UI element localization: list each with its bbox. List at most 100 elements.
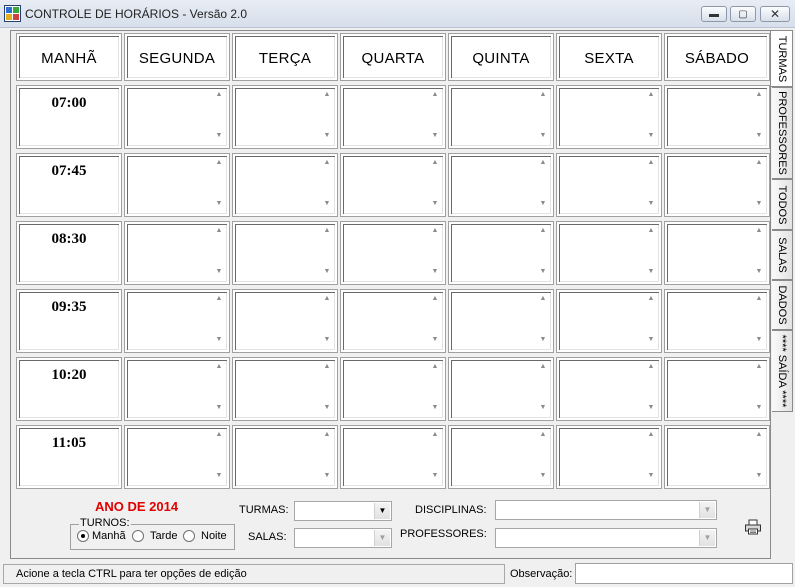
scroll-down-icon[interactable]: ▼	[429, 404, 441, 411]
slot-quarta[interactable]: ▲ ▼	[340, 425, 446, 489]
chevron-down-icon[interactable]: ▼	[699, 530, 715, 546]
scroll-down-icon[interactable]: ▼	[321, 336, 333, 343]
slot-segunda[interactable]: ▲ ▼	[124, 221, 230, 285]
scroll-down-icon[interactable]: ▼	[537, 200, 549, 207]
maximize-button[interactable]: ▢	[730, 6, 756, 22]
slot-quinta[interactable]: ▲ ▼	[448, 153, 554, 217]
scroll-up-icon[interactable]: ▲	[753, 363, 765, 370]
chevron-down-icon[interactable]: ▼	[374, 503, 390, 519]
scrollbar[interactable]: ▲ ▼	[753, 227, 765, 279]
slot-quarta[interactable]: ▲ ▼	[340, 221, 446, 285]
slot-quinta[interactable]: ▲ ▼	[448, 221, 554, 285]
scrollbar[interactable]: ▲ ▼	[213, 295, 225, 347]
scroll-up-icon[interactable]: ▲	[645, 295, 657, 302]
scrollbar[interactable]: ▲ ▼	[321, 295, 333, 347]
scroll-down-icon[interactable]: ▼	[213, 336, 225, 343]
scroll-down-icon[interactable]: ▼	[753, 336, 765, 343]
scroll-up-icon[interactable]: ▲	[537, 431, 549, 438]
slot-segunda[interactable]: ▲ ▼	[124, 425, 230, 489]
scroll-down-icon[interactable]: ▼	[753, 472, 765, 479]
scrollbar[interactable]: ▲ ▼	[645, 295, 657, 347]
radio-noite[interactable]: Noite	[183, 530, 227, 542]
scroll-up-icon[interactable]: ▲	[429, 295, 441, 302]
slot-sabado[interactable]: ▲ ▼	[664, 221, 770, 285]
slot-quarta[interactable]: ▲ ▼	[340, 357, 446, 421]
scroll-down-icon[interactable]: ▼	[645, 132, 657, 139]
minimize-button[interactable]: ▬	[701, 6, 727, 22]
slot-quinta[interactable]: ▲ ▼	[448, 289, 554, 353]
scroll-up-icon[interactable]: ▲	[537, 295, 549, 302]
disciplinas-combo[interactable]: ▼	[495, 500, 717, 520]
scroll-up-icon[interactable]: ▲	[537, 227, 549, 234]
scrollbar[interactable]: ▲ ▼	[645, 159, 657, 211]
scroll-down-icon[interactable]: ▼	[753, 200, 765, 207]
printer-icon[interactable]	[744, 519, 762, 535]
scroll-down-icon[interactable]: ▼	[429, 472, 441, 479]
scroll-down-icon[interactable]: ▼	[429, 132, 441, 139]
scrollbar[interactable]: ▲ ▼	[645, 431, 657, 483]
slot-segunda[interactable]: ▲ ▼	[124, 153, 230, 217]
scroll-down-icon[interactable]: ▼	[213, 404, 225, 411]
slot-sexta[interactable]: ▲ ▼	[556, 221, 662, 285]
scroll-down-icon[interactable]: ▼	[213, 200, 225, 207]
scroll-up-icon[interactable]: ▲	[321, 159, 333, 166]
scroll-down-icon[interactable]: ▼	[753, 404, 765, 411]
scroll-down-icon[interactable]: ▼	[645, 472, 657, 479]
slot-terca[interactable]: ▲ ▼	[232, 425, 338, 489]
scroll-up-icon[interactable]: ▲	[753, 227, 765, 234]
scrollbar[interactable]: ▲ ▼	[753, 363, 765, 415]
professores-combo[interactable]: ▼	[495, 528, 717, 548]
radio-tarde[interactable]: Tarde	[132, 530, 178, 542]
scrollbar[interactable]: ▲ ▼	[321, 91, 333, 143]
scroll-up-icon[interactable]: ▲	[645, 227, 657, 234]
scroll-down-icon[interactable]: ▼	[321, 200, 333, 207]
scroll-up-icon[interactable]: ▲	[321, 91, 333, 98]
slot-quinta[interactable]: ▲ ▼	[448, 357, 554, 421]
scroll-up-icon[interactable]: ▲	[213, 159, 225, 166]
radio-manha-indicator[interactable]	[77, 530, 89, 542]
scrollbar[interactable]: ▲ ▼	[429, 431, 441, 483]
radio-manha[interactable]: Manhã	[77, 530, 126, 542]
tab-dados[interactable]: DADOS	[772, 280, 793, 330]
scrollbar[interactable]: ▲ ▼	[537, 431, 549, 483]
scrollbar[interactable]: ▲ ▼	[753, 159, 765, 211]
scrollbar[interactable]: ▲ ▼	[429, 227, 441, 279]
scroll-down-icon[interactable]: ▼	[537, 132, 549, 139]
scroll-up-icon[interactable]: ▲	[213, 295, 225, 302]
scroll-down-icon[interactable]: ▼	[645, 200, 657, 207]
slot-sexta[interactable]: ▲ ▼	[556, 357, 662, 421]
scrollbar[interactable]: ▲ ▼	[213, 159, 225, 211]
scrollbar[interactable]: ▲ ▼	[213, 227, 225, 279]
scroll-down-icon[interactable]: ▼	[537, 336, 549, 343]
slot-sabado[interactable]: ▲ ▼	[664, 85, 770, 149]
scroll-up-icon[interactable]: ▲	[321, 431, 333, 438]
salas-combo[interactable]: ▼	[294, 528, 392, 548]
scrollbar[interactable]: ▲ ▼	[645, 227, 657, 279]
tab-salas[interactable]: SALAS	[772, 230, 793, 280]
turmas-combo[interactable]: ▼	[294, 501, 392, 521]
scroll-up-icon[interactable]: ▲	[321, 295, 333, 302]
scroll-up-icon[interactable]: ▲	[429, 227, 441, 234]
scroll-down-icon[interactable]: ▼	[537, 472, 549, 479]
scrollbar[interactable]: ▲ ▼	[753, 431, 765, 483]
scrollbar[interactable]: ▲ ▼	[321, 227, 333, 279]
scrollbar[interactable]: ▲ ▼	[429, 91, 441, 143]
scroll-up-icon[interactable]: ▲	[213, 363, 225, 370]
scroll-up-icon[interactable]: ▲	[537, 91, 549, 98]
scrollbar[interactable]: ▲ ▼	[429, 295, 441, 347]
scroll-up-icon[interactable]: ▲	[537, 363, 549, 370]
scroll-up-icon[interactable]: ▲	[429, 431, 441, 438]
scrollbar[interactable]: ▲ ▼	[321, 363, 333, 415]
scroll-down-icon[interactable]: ▼	[537, 268, 549, 275]
slot-quarta[interactable]: ▲ ▼	[340, 85, 446, 149]
scroll-up-icon[interactable]: ▲	[429, 159, 441, 166]
slot-quinta[interactable]: ▲ ▼	[448, 425, 554, 489]
scroll-up-icon[interactable]: ▲	[645, 159, 657, 166]
scroll-up-icon[interactable]: ▲	[753, 91, 765, 98]
scroll-down-icon[interactable]: ▼	[321, 404, 333, 411]
scroll-up-icon[interactable]: ▲	[213, 91, 225, 98]
slot-sabado[interactable]: ▲ ▼	[664, 289, 770, 353]
scrollbar[interactable]: ▲ ▼	[429, 363, 441, 415]
scroll-up-icon[interactable]: ▲	[321, 227, 333, 234]
scroll-down-icon[interactable]: ▼	[429, 336, 441, 343]
